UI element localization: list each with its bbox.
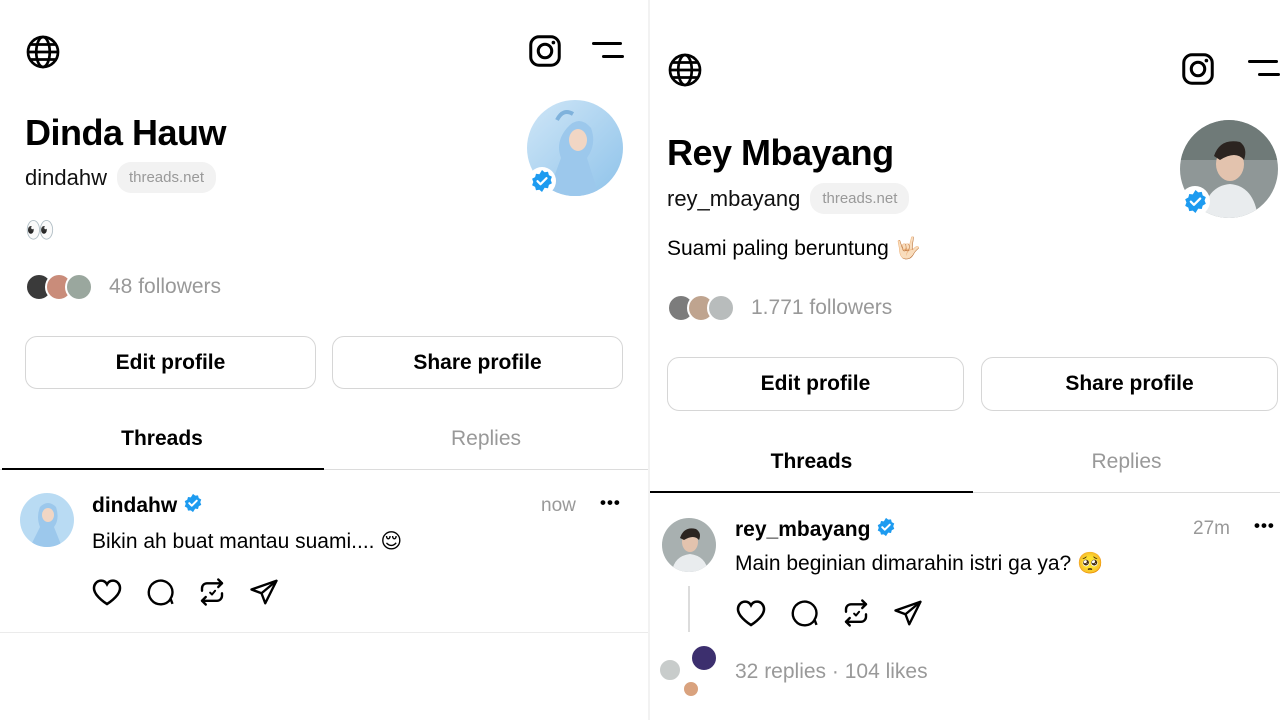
handle-row: rey_mbayang threads.net bbox=[667, 183, 910, 214]
profile-bio: Suami paling beruntung 🤟🏻 bbox=[667, 237, 921, 260]
tab-replies[interactable]: Replies bbox=[973, 450, 1280, 474]
verified-icon bbox=[1180, 186, 1210, 216]
post-time: 27m bbox=[1193, 518, 1230, 539]
post-text: Bikin ah buat mantau suami.... 😌 bbox=[92, 530, 403, 553]
follower-avatar bbox=[65, 273, 93, 301]
post-stats[interactable]: 32 replies · 104 likes bbox=[735, 660, 928, 684]
post-username[interactable]: dindahw bbox=[92, 494, 177, 518]
heart-icon[interactable] bbox=[735, 598, 767, 633]
profile-name: Dinda Hauw bbox=[25, 112, 227, 153]
post-avatar[interactable] bbox=[662, 518, 716, 572]
globe-icon[interactable] bbox=[667, 52, 703, 88]
instagram-icon[interactable] bbox=[527, 33, 563, 69]
instagram-icon[interactable] bbox=[1180, 51, 1216, 87]
more-icon[interactable]: ••• bbox=[1254, 516, 1275, 536]
share-icon[interactable] bbox=[249, 577, 279, 612]
comment-icon[interactable] bbox=[789, 598, 819, 633]
handle-row: dindahw threads.net bbox=[25, 162, 217, 193]
post-actions bbox=[735, 598, 945, 633]
followers-count[interactable]: 1.771 followers bbox=[751, 296, 892, 320]
domain-badge[interactable]: threads.net bbox=[116, 162, 217, 193]
profile-name: Rey Mbayang bbox=[667, 132, 894, 173]
post-username[interactable]: rey_mbayang bbox=[735, 518, 870, 542]
tab-active-indicator bbox=[2, 468, 324, 470]
reply-avatar bbox=[658, 658, 682, 682]
share-profile-button[interactable]: Share profile bbox=[981, 357, 1278, 411]
tab-threads[interactable]: Threads bbox=[650, 450, 973, 474]
verified-icon bbox=[528, 167, 556, 195]
thread-line bbox=[688, 586, 690, 632]
comment-icon[interactable] bbox=[145, 577, 175, 612]
profile-handle: dindahw bbox=[25, 164, 107, 190]
globe-icon[interactable] bbox=[25, 34, 61, 70]
followers-row[interactable]: 48 followers bbox=[25, 273, 221, 301]
post-username-row[interactable]: rey_mbayang bbox=[735, 517, 896, 543]
follower-avatar bbox=[707, 294, 735, 322]
post-actions bbox=[91, 577, 301, 612]
profile-panel-rey: Rey Mbayang rey_mbayang threads.net Suam… bbox=[650, 0, 1280, 720]
repost-icon[interactable] bbox=[841, 598, 871, 633]
reply-avatar bbox=[690, 644, 718, 672]
followers-row[interactable]: 1.771 followers bbox=[667, 294, 892, 322]
profile-bio: 👀 bbox=[25, 216, 55, 244]
verified-icon bbox=[876, 517, 896, 543]
domain-badge[interactable]: threads.net bbox=[810, 183, 910, 214]
heart-icon[interactable] bbox=[91, 577, 123, 612]
edit-profile-button[interactable]: Edit profile bbox=[25, 336, 316, 389]
post-text: Main beginian dimarahin istri ga ya? 🥺 bbox=[735, 552, 1104, 575]
tab-replies[interactable]: Replies bbox=[324, 427, 648, 451]
share-icon[interactable] bbox=[893, 598, 923, 633]
profile-panel-dinda: Dinda Hauw dindahw threads.net 👀 48 foll… bbox=[0, 0, 648, 720]
tab-active-indicator bbox=[650, 491, 973, 493]
post-username-row[interactable]: dindahw bbox=[92, 493, 203, 519]
tab-threads[interactable]: Threads bbox=[0, 427, 324, 451]
followers-count[interactable]: 48 followers bbox=[109, 275, 221, 299]
reply-avatar bbox=[682, 680, 700, 698]
menu-icon[interactable] bbox=[1248, 58, 1280, 80]
post-avatar[interactable] bbox=[20, 493, 74, 547]
post-time: now bbox=[541, 495, 576, 516]
post-separator bbox=[0, 632, 648, 633]
profile-handle: rey_mbayang bbox=[667, 185, 801, 211]
edit-profile-button[interactable]: Edit profile bbox=[667, 357, 964, 411]
repost-icon[interactable] bbox=[197, 577, 227, 612]
menu-icon[interactable] bbox=[592, 40, 626, 62]
share-profile-button[interactable]: Share profile bbox=[332, 336, 623, 389]
more-icon[interactable]: ••• bbox=[600, 493, 621, 513]
verified-icon bbox=[183, 493, 203, 519]
